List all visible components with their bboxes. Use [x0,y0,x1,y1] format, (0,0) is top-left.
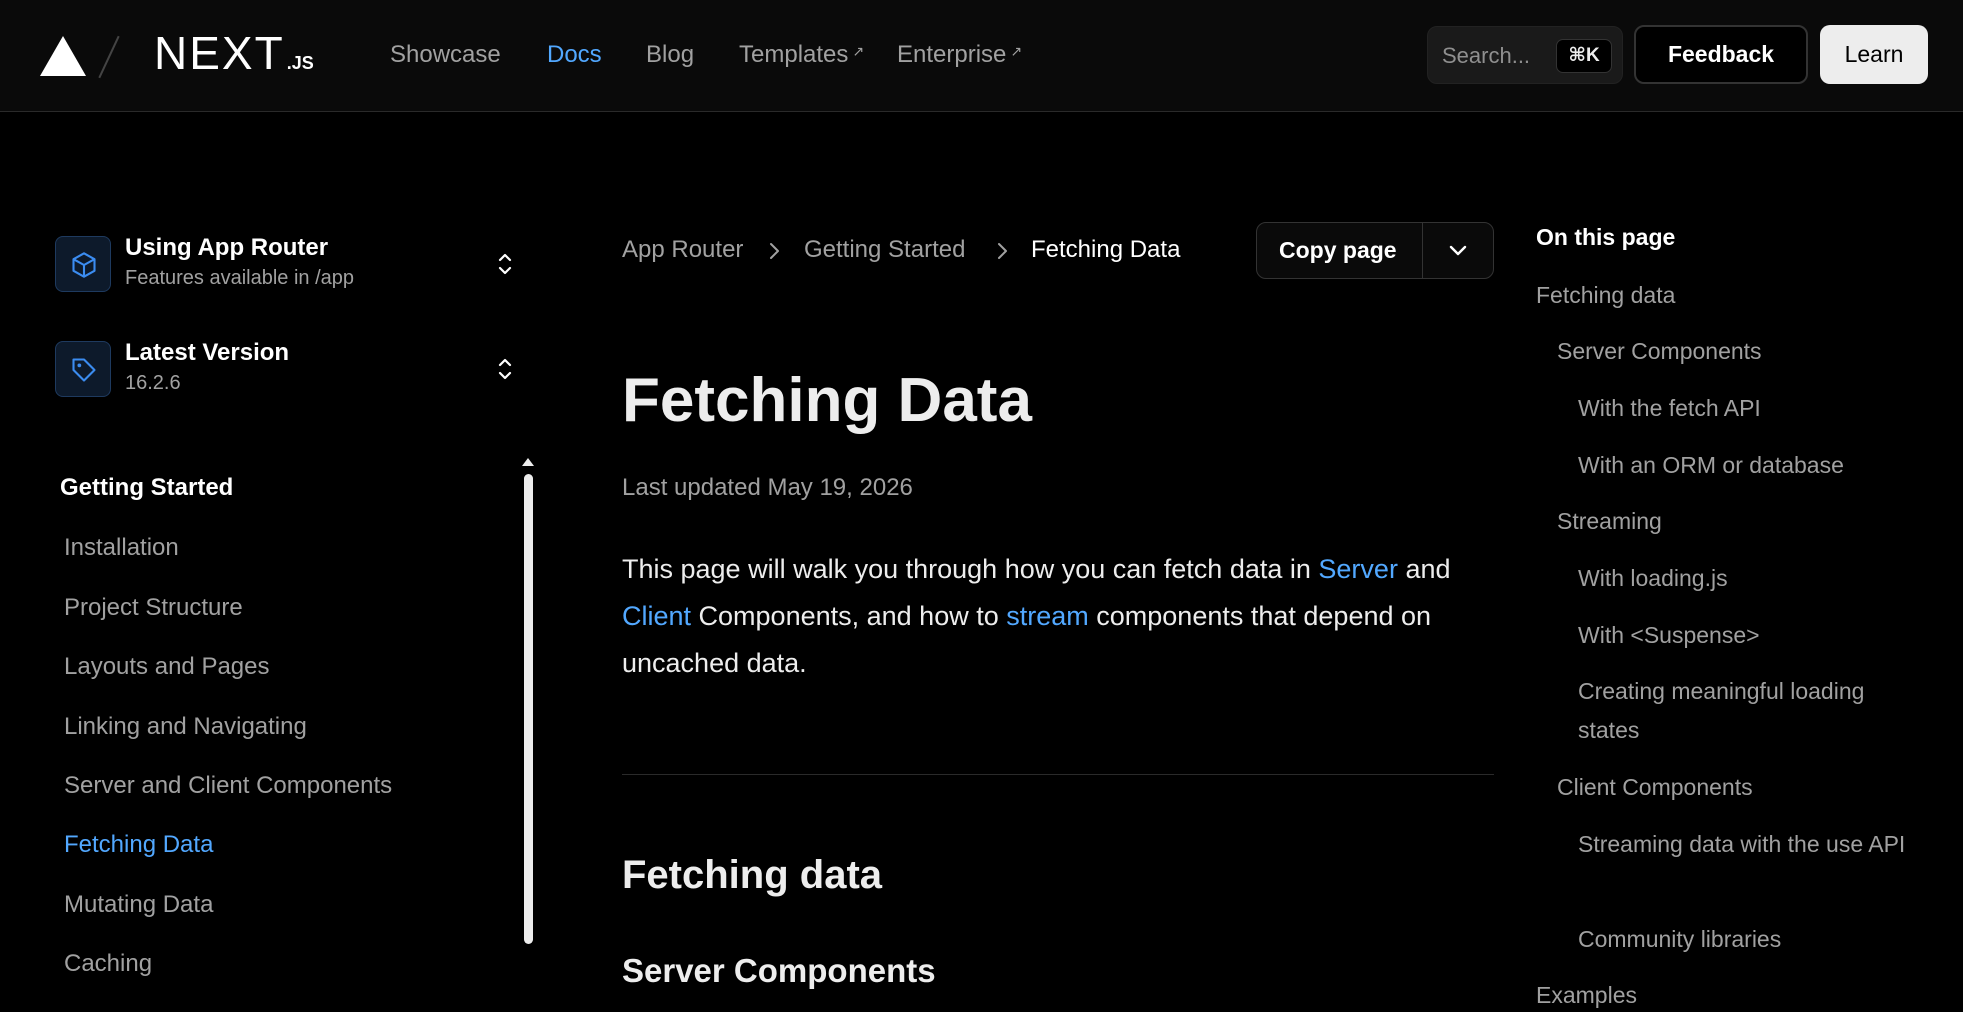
logo-divider [98,35,120,79]
sidebar-item-fetching-data[interactable]: Fetching Data [64,831,213,859]
learn-button[interactable]: Learn [1820,25,1928,84]
page-title: Fetching Data [622,366,1032,435]
toc-item-fetching-data[interactable]: Fetching data [1536,276,1675,315]
router-icon-box [55,236,111,292]
chevron-right-icon [998,243,1007,259]
toc-item-client-components[interactable]: Client Components [1557,768,1753,807]
scroll-up-arrow-icon[interactable] [522,458,534,466]
sidebar-item-server-and-client-components[interactable]: Server and Client Components [64,772,392,800]
sidebar-scrollbar[interactable] [524,474,533,944]
sidebar-section-heading[interactable]: Getting Started [60,474,233,502]
toc-item-with-suspense[interactable]: With <Suspense> [1578,616,1760,655]
toc-item-streaming[interactable]: Streaming [1557,502,1662,541]
nav-blog[interactable]: Blog [646,40,694,70]
breadcrumb-app-router[interactable]: App Router [622,236,743,264]
router-selector[interactable]: Using App Router Features available in /… [55,234,525,294]
feedback-button[interactable]: Feedback [1634,25,1808,84]
chevron-down-icon[interactable] [1447,240,1469,262]
version-selector-title: Latest Version [125,339,290,366]
copy-page-group: Copy page [1256,222,1494,279]
cube-icon [72,252,96,278]
chevron-up-down-icon [498,358,512,380]
version-selector[interactable]: Latest Version 16.2.6 [55,339,525,399]
link-client[interactable]: Client [622,601,691,631]
toc-item-with-loading-js[interactable]: With loading.js [1578,559,1728,598]
router-selector-subtitle: Features available in /app [125,267,355,289]
intro-paragraph: This page will walk you through how you … [622,546,1492,687]
sidebar-item-caching[interactable]: Caching [64,950,152,978]
last-updated: Last updated May 19, 2026 [622,474,913,501]
nextjs-logo[interactable]: NEXT .JS [154,30,314,76]
logo-text: NEXT [154,27,285,79]
toc-item-examples[interactable]: Examples [1536,976,1637,1012]
copy-page-button[interactable]: Copy page [1279,237,1397,264]
intro-text: Components, and how to [691,601,1007,631]
version-icon-box [55,341,111,397]
sidebar-item-project-structure[interactable]: Project Structure [64,594,243,622]
link-server[interactable]: Server [1318,554,1398,584]
toc-item-community-libraries[interactable]: Community libraries [1578,920,1781,959]
tag-icon [72,358,96,382]
vercel-logo-icon[interactable] [40,36,86,76]
search-box[interactable]: Search... ⌘K [1427,26,1623,84]
intro-text: and [1397,554,1451,584]
nav-showcase[interactable]: Showcase [390,40,501,70]
breadcrumb-current: Fetching Data [1031,236,1181,263]
nav-enterprise-label: Enterprise [897,41,1007,68]
toc-item-with-fetch-api[interactable]: With the fetch API [1578,389,1761,428]
nav-enterprise[interactable]: Enterprise ↗ [897,40,1022,70]
link-stream[interactable]: stream [1006,601,1089,631]
section-divider [622,774,1494,775]
chevron-right-icon [770,243,779,259]
heading-fetching-data: Fetching data [622,853,883,897]
search-shortcut-badge: ⌘K [1556,39,1612,73]
breadcrumb-getting-started[interactable]: Getting Started [804,236,965,264]
router-selector-title: Using App Router [125,234,329,261]
version-selector-subtitle: 16.2.6 [125,372,181,394]
sidebar-item-linking-and-navigating[interactable]: Linking and Navigating [64,713,307,741]
nav-docs[interactable]: Docs [547,40,602,70]
toc-title: On this page [1536,224,1676,250]
toc-item-streaming-use-api[interactable]: Streaming data with the use API [1578,825,1918,864]
external-link-icon: ↗ [1010,43,1023,59]
copy-page-divider [1422,223,1423,278]
nav-templates[interactable]: Templates ↗ [739,40,864,70]
toc-item-server-components[interactable]: Server Components [1557,332,1762,371]
sidebar-item-layouts-and-pages[interactable]: Layouts and Pages [64,653,270,681]
nav-templates-label: Templates [739,41,849,68]
toc-item-loading-states[interactable]: Creating meaningful loading states [1578,672,1918,750]
sidebar-item-mutating-data[interactable]: Mutating Data [64,891,213,919]
external-link-icon: ↗ [852,43,865,59]
toc-item-with-orm[interactable]: With an ORM or database [1578,446,1844,485]
chevron-up-down-icon [498,253,512,275]
intro-text: This page will walk you through how you … [622,554,1319,584]
sidebar-item-installation[interactable]: Installation [64,534,179,562]
heading-server-components: Server Components [622,952,936,989]
top-header: NEXT .JS Showcase Docs Blog Templates ↗ E… [0,0,1963,112]
logo-suffix: .JS [286,53,314,73]
search-placeholder: Search... [1442,43,1531,68]
